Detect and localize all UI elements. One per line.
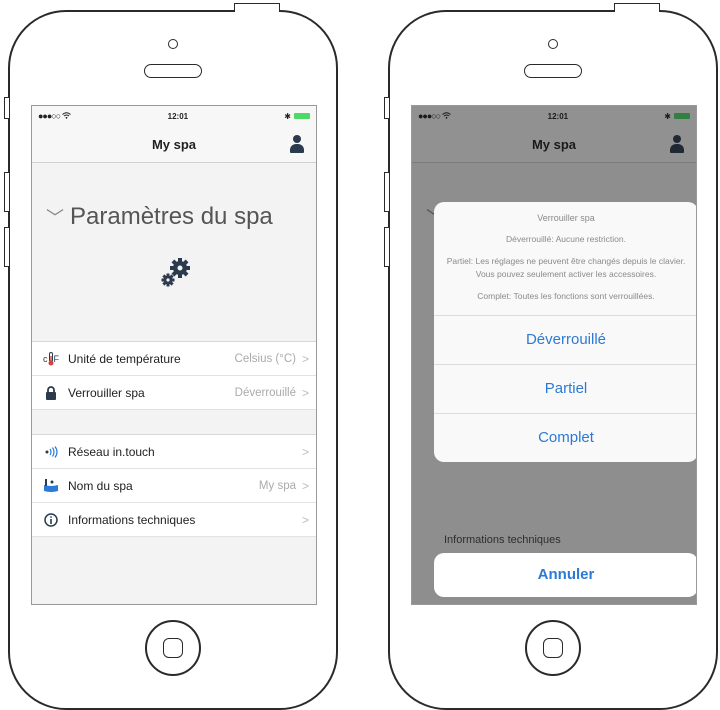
chevron-right-icon: >	[301, 478, 309, 493]
front-camera	[168, 39, 178, 49]
chevron-right-icon: >	[301, 385, 309, 400]
info-icon	[42, 512, 60, 527]
option-unlocked-button[interactable]: Déverrouillé	[434, 316, 696, 365]
volume-up-button	[4, 172, 9, 212]
row-network[interactable]: Réseau in.touch >	[32, 435, 316, 469]
gears-icon	[161, 258, 190, 287]
mute-switch	[4, 97, 9, 119]
front-camera	[548, 39, 558, 49]
signal-icon: ●●●○○	[38, 111, 61, 121]
chevron-right-icon: >	[301, 351, 309, 366]
message-partial: Partiel: Les réglages ne peuvent être ch…	[446, 256, 686, 279]
navigation-bar: My spa	[32, 126, 316, 163]
settings-header: ﹀ Paramètres du spa	[32, 163, 316, 341]
screen-left: ●●●○○ 12:01 ✱ My spa ﹀ Paramètres du spa	[31, 105, 317, 605]
settings-list: cF Unité de température Celsius (°C) > V…	[32, 341, 316, 537]
earpiece-speaker	[144, 64, 202, 78]
mute-switch	[384, 97, 389, 119]
home-button[interactable]	[525, 620, 581, 676]
row-label: Informations techniques	[68, 512, 196, 527]
row-value: My spa	[258, 479, 296, 492]
volume-up-button	[384, 172, 389, 212]
phone-frame-left: ●●●○○ 12:01 ✱ My spa ﹀ Paramètres du spa	[4, 3, 338, 710]
screen-right: ●●●○○ 12:01 ✱ My spa ﹀Paramètres du spa …	[411, 105, 697, 605]
phone-frame-right: ●●●○○ 12:01 ✱ My spa ﹀Paramètres du spa …	[384, 3, 718, 710]
nav-title: My spa	[151, 136, 197, 152]
home-button[interactable]	[145, 620, 201, 676]
bluetooth-icon: ✱	[284, 111, 291, 121]
thermometer-icon: cF	[43, 351, 59, 365]
row-temperature-unit[interactable]: cF Unité de température Celsius (°C) >	[32, 342, 316, 376]
chevron-right-icon: >	[301, 444, 309, 459]
row-spa-name[interactable]: Nom du spa My spa >	[32, 469, 316, 503]
message-unlocked: Déverrouillé: Aucune restriction.	[505, 234, 626, 244]
action-sheet: Verrouiller spa Déverrouillé: Aucune res…	[434, 202, 696, 462]
action-sheet-title: Verrouiller spa	[537, 213, 595, 223]
row-lock-spa[interactable]: Verrouiller spa Déverrouillé >	[32, 376, 316, 410]
user-profile-icon[interactable]	[290, 135, 304, 153]
option-partial-button[interactable]: Partiel	[434, 365, 696, 414]
status-bar: ●●●○○ 12:01 ✱	[32, 106, 316, 126]
row-label: Réseau in.touch	[68, 444, 155, 459]
volume-down-button	[384, 227, 389, 267]
cancel-button[interactable]: Annuler	[434, 553, 696, 597]
option-complete-button[interactable]: Complet	[434, 414, 696, 462]
row-technical-info[interactable]: Informations techniques >	[32, 503, 316, 537]
volume-down-button	[4, 227, 9, 267]
chevron-right-icon: >	[301, 512, 309, 527]
row-value: Déverrouillé	[234, 386, 296, 399]
battery-icon	[294, 113, 310, 120]
section-header[interactable]: ﹀ Paramètres du spa	[46, 203, 273, 231]
chevron-down-icon: ﹀	[46, 208, 64, 228]
message-complete: Complet: Toutes les fonctions sont verro…	[477, 291, 655, 301]
spa-icon	[42, 478, 60, 493]
row-label: Verrouiller spa	[68, 385, 145, 400]
wifi-icon	[62, 112, 72, 121]
power-button	[234, 3, 280, 12]
list-separator	[32, 410, 316, 435]
row-value: Celsius (°C)	[234, 352, 296, 365]
earpiece-speaker	[524, 64, 582, 78]
status-time: 12:01	[167, 111, 189, 121]
power-button	[614, 3, 660, 12]
section-title: Paramètres du spa	[70, 203, 273, 230]
row-label: Nom du spa	[68, 478, 133, 493]
row-label: Unité de température	[68, 351, 181, 366]
lock-icon	[42, 385, 60, 400]
action-sheet-message: Verrouiller spa Déverrouillé: Aucune res…	[434, 202, 696, 316]
wifi-signal-icon	[42, 445, 60, 458]
